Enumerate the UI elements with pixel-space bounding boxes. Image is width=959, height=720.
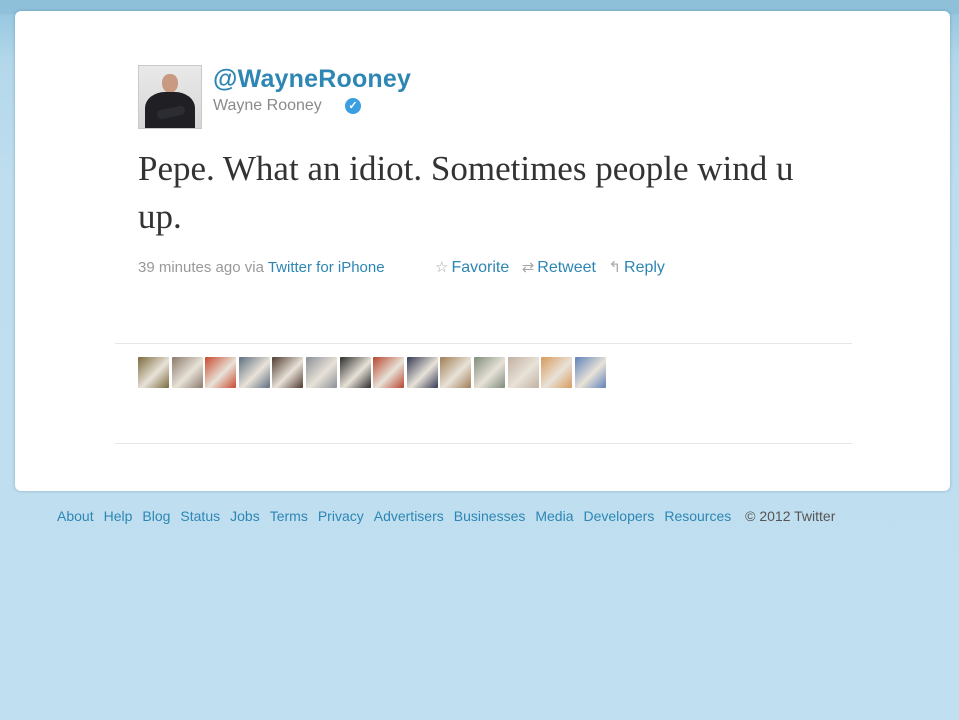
favoriter-avatar[interactable] bbox=[507, 357, 539, 388]
favorite-button[interactable]: ☆ Favorite bbox=[435, 258, 509, 277]
footer-link-terms[interactable]: Terms bbox=[270, 508, 308, 524]
favoriter-avatar[interactable] bbox=[473, 357, 505, 388]
verified-check-icon: ✓ bbox=[345, 98, 361, 114]
tweet-card: @WayneRooney Wayne Rooney ✓ Pepe. What a… bbox=[15, 11, 950, 491]
tweet-timestamp[interactable]: 39 minutes ago bbox=[138, 259, 241, 276]
reply-arrow-icon: ↰ bbox=[608, 259, 622, 276]
favoriter-avatar[interactable] bbox=[339, 357, 371, 388]
footer-links: About Help Blog Status Jobs Terms Privacy Adver… bbox=[57, 508, 741, 524]
reply-label: Reply bbox=[624, 259, 665, 276]
user-display-name[interactable]: Wayne Rooney bbox=[213, 97, 322, 115]
avatar[interactable] bbox=[138, 65, 202, 129]
favoriter-avatar[interactable] bbox=[238, 357, 270, 388]
footer-link-businesses[interactable]: Businesses bbox=[454, 508, 526, 524]
footer-link-help[interactable]: Help bbox=[104, 508, 133, 524]
divider-bottom bbox=[115, 443, 852, 444]
favoriter-avatar[interactable] bbox=[373, 357, 405, 388]
footer-link-media[interactable]: Media bbox=[535, 508, 573, 524]
tweet-source-link[interactable]: Twitter for iPhone bbox=[268, 259, 385, 276]
divider-top bbox=[115, 343, 852, 344]
user-handle[interactable]: @WayneRooney bbox=[213, 65, 411, 94]
footer-link-about[interactable]: About bbox=[57, 508, 94, 524]
favoriter-avatar[interactable] bbox=[305, 357, 337, 388]
footer-link-blog[interactable]: Blog bbox=[142, 508, 170, 524]
footer-link-advertisers[interactable]: Advertisers bbox=[374, 508, 444, 524]
via-label: via bbox=[244, 259, 264, 276]
retweet-icon: ⇄ bbox=[521, 259, 535, 276]
tweet-meta: 39 minutes ago via Twitter for iPhone bbox=[138, 259, 385, 276]
favoriter-avatar[interactable] bbox=[138, 357, 169, 388]
favoriters-strip bbox=[138, 357, 608, 389]
footer-link-status[interactable]: Status bbox=[180, 508, 220, 524]
retweet-button[interactable]: ⇄ Retweet bbox=[522, 258, 596, 277]
favoriter-avatar[interactable] bbox=[205, 357, 237, 388]
favoriter-avatar[interactable] bbox=[440, 357, 472, 388]
footer-link-jobs[interactable]: Jobs bbox=[230, 508, 260, 524]
favoriter-avatar[interactable] bbox=[272, 357, 304, 388]
reply-button[interactable]: ↰ Reply bbox=[608, 258, 664, 277]
favoriter-avatar[interactable] bbox=[541, 357, 573, 388]
favoriter-avatar[interactable] bbox=[171, 357, 203, 388]
footer-link-developers[interactable]: Developers bbox=[584, 508, 655, 524]
footer-link-privacy[interactable]: Privacy bbox=[318, 508, 364, 524]
favorite-label: Favorite bbox=[451, 259, 510, 276]
star-outline-icon: ☆ bbox=[435, 259, 449, 276]
retweet-label: Retweet bbox=[537, 259, 596, 276]
avatar-head-shape bbox=[162, 74, 178, 93]
tweet-actions: ☆ Favorite ⇄ Retweet ↰ Reply bbox=[435, 258, 673, 277]
favoriter-avatar[interactable] bbox=[406, 357, 438, 388]
favoriter-avatar[interactable] bbox=[574, 357, 606, 388]
tweet-text: Pepe. What an idiot. Sometimes people wi… bbox=[138, 149, 794, 236]
footer-link-resources[interactable]: Resources bbox=[664, 508, 731, 524]
footer-copyright: © 2012 Twitter bbox=[745, 508, 836, 524]
footer: About Help Blog Status Jobs Terms Privacy Adver… bbox=[57, 508, 835, 524]
